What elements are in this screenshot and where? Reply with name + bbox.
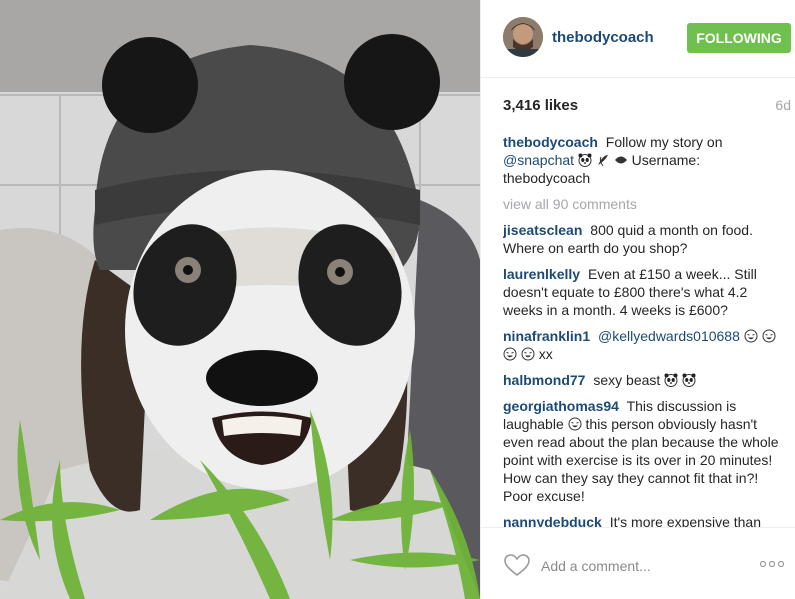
comments-list[interactable]: thebodycoach Follow my story on @snapcha…	[503, 133, 785, 527]
caption-username[interactable]: thebodycoach	[503, 134, 598, 150]
laughing-emoji-icon	[521, 347, 535, 361]
comment-row: jiseatsclean 800 quid a month on food. W…	[503, 221, 785, 257]
add-comment-input[interactable]	[541, 556, 741, 576]
panda-filter-selfie-image	[0, 0, 480, 599]
laughing-emoji-icon	[503, 347, 517, 361]
caption-mention[interactable]: @snapchat	[503, 152, 574, 168]
comment-mention[interactable]: @kellyedwards010688	[598, 328, 740, 344]
comment-username[interactable]: ninafranklin1	[503, 328, 590, 344]
comment-row: laurenlkelly Even at £150 a week... Stil…	[503, 265, 785, 319]
post-age[interactable]: 6d	[775, 97, 791, 113]
comment-row: halbmond77 sexy beast	[503, 371, 785, 389]
leaf-emoji-icon	[614, 156, 627, 164]
post-header: thebodycoach FOLLOWING	[481, 0, 795, 78]
avatar[interactable]	[503, 17, 543, 57]
comment-username[interactable]: nannydebduck	[503, 514, 602, 527]
caption-text-start: Follow my story on	[605, 134, 723, 150]
panda-emoji-icon	[682, 373, 696, 387]
following-button[interactable]: FOLLOWING	[687, 23, 791, 53]
panda-emoji-icon	[664, 373, 678, 387]
likes-count[interactable]: 3,416 likes	[503, 97, 578, 114]
comment-row: ninafranklin1 @kellyedwards010688 xx	[503, 327, 785, 363]
heart-outline-icon[interactable]	[503, 553, 531, 577]
comment-row: georgiathomas94 This discussion is laugh…	[503, 397, 785, 505]
comment-text: sexy beast	[593, 372, 661, 388]
post-details-panel: thebodycoach FOLLOWING 3,416 likes 6d th…	[480, 0, 795, 599]
comment-username[interactable]: jiseatsclean	[503, 222, 582, 238]
panda-emoji-icon	[578, 153, 592, 167]
post-photo[interactable]	[0, 0, 480, 599]
comment-username[interactable]: halbmond77	[503, 372, 585, 388]
caption: thebodycoach Follow my story on @snapcha…	[503, 133, 785, 187]
laughing-emoji-icon	[762, 329, 776, 343]
comment-username[interactable]: georgiathomas94	[503, 398, 619, 414]
comment-row: nannydebduck It's more expensive than	[503, 513, 785, 527]
avatar-image	[503, 17, 543, 57]
comment-footer	[481, 527, 795, 599]
view-all-comments-link[interactable]: view all 90 comments	[503, 195, 785, 213]
laughing-emoji-icon	[744, 329, 758, 343]
laughing-emoji-icon	[568, 417, 582, 431]
username-link[interactable]: thebodycoach	[552, 29, 654, 46]
comment-text: It's more expensive than	[609, 514, 761, 527]
post-stats: 3,416 likes 6d	[481, 78, 795, 125]
more-options-icon[interactable]	[758, 556, 786, 572]
comment-username[interactable]: laurenlkelly	[503, 266, 580, 282]
herb-emoji-icon	[597, 155, 608, 167]
comment-text: xx	[538, 346, 553, 362]
